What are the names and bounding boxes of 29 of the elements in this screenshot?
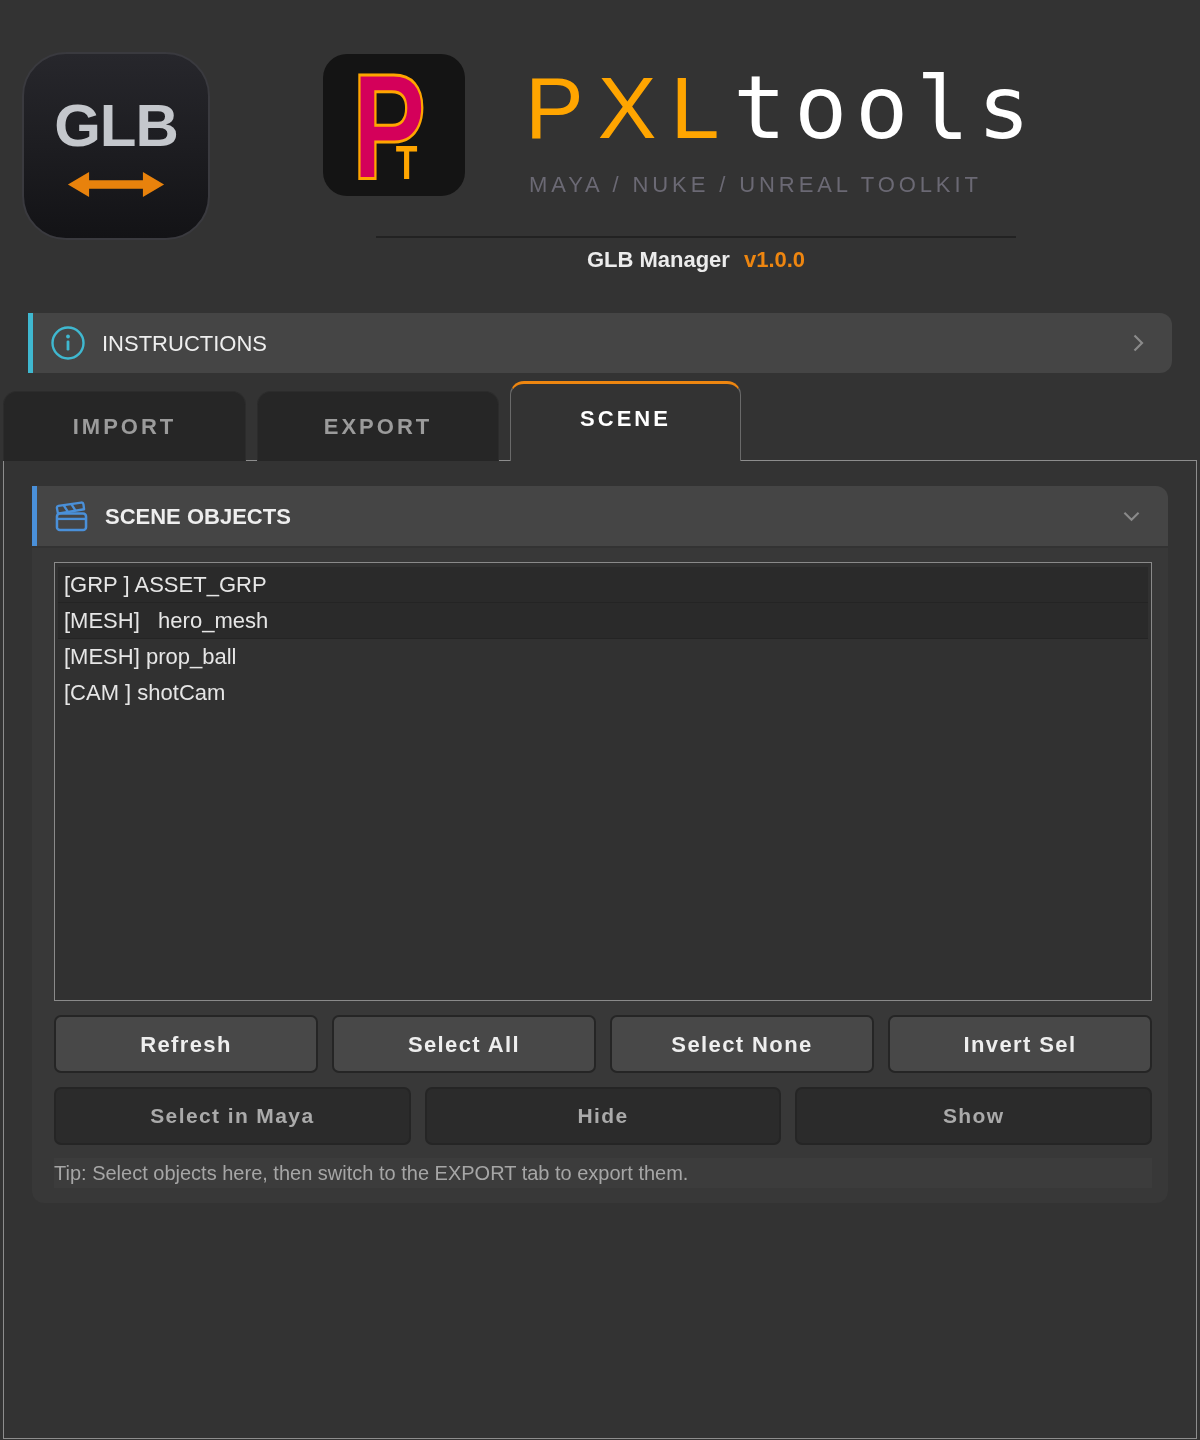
list-item[interactable]: [CAM ] shotCam [58,675,1148,711]
action-button[interactable]: Refresh [54,1015,318,1073]
logo-text: GLB [54,95,178,156]
chevron-down-icon[interactable] [1123,510,1140,522]
action-button[interactable]: Select in Maya [54,1087,411,1145]
list-item[interactable]: [MESH] prop_ball [58,639,1148,675]
tab[interactable]: EXPORT [257,391,499,461]
app-title: GLB Manager [586,247,730,272]
brand-name-suffix: tools [733,56,1039,159]
tagline: MAYA / NUKE / UNREAL TOOLKIT [528,171,983,199]
action-button[interactable]: Invert Sel [888,1015,1152,1073]
instructions-header[interactable]: INSTRUCTIONS [28,313,1172,373]
tab[interactable]: IMPORT [3,391,246,461]
object-list[interactable]: [GRP ] ASSET_GRP [MESH] hero_mesh [MESH] prop_ball [CAM ] shotCam [54,562,1152,1001]
brand-name-prefix: PXL [525,58,734,157]
action-button[interactable]: Hide [424,1087,782,1145]
section-header[interactable]: SCENE OBJECTS [32,486,1168,546]
tab[interactable]: SCENE [510,381,741,461]
double-arrow-icon [67,171,165,197]
action-button[interactable]: Show [795,1087,1152,1145]
version-label: v1.0.0 [743,247,806,272]
action-button[interactable]: Select None [610,1015,874,1073]
clapperboard-icon [55,500,88,532]
tip-text: Tip: Select objects here, then switch to the EXPORT tab to export them. [54,1158,1152,1188]
list-item[interactable]: [GRP ] ASSET_GRP [58,567,1148,603]
action-button[interactable]: Select All [332,1015,596,1073]
chevron-right-icon[interactable] [1133,334,1144,352]
info-icon [51,326,85,360]
list-item[interactable]: [MESH] hero_mesh [58,603,1148,639]
